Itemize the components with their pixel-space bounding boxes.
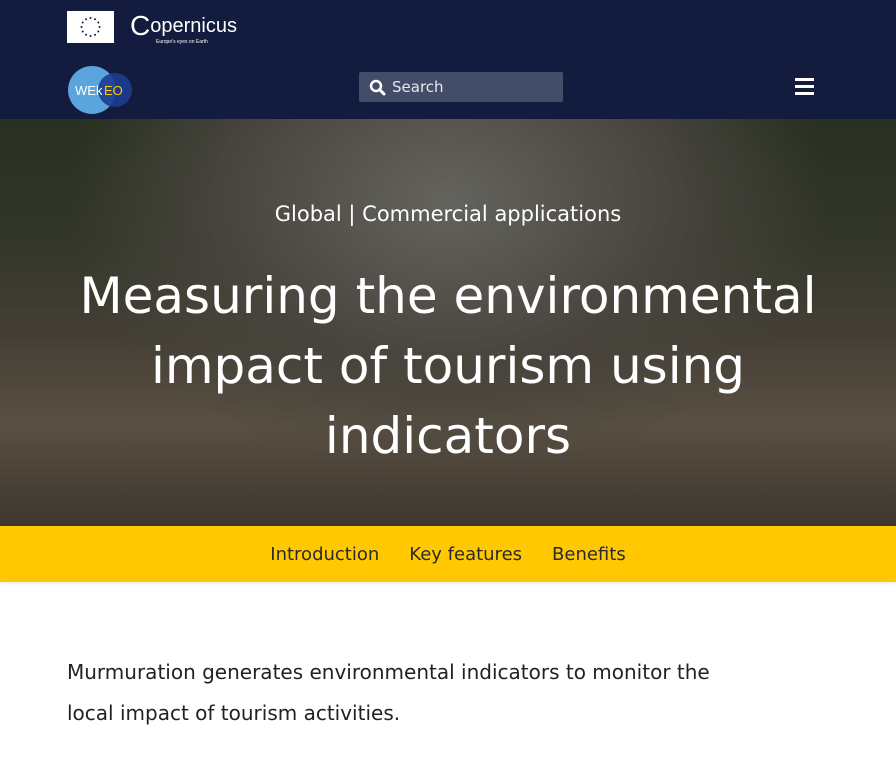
site-header: Copernicus Europe's eyes on Earth WEk EO S… [0, 0, 896, 119]
nav-benefits[interactable]: Benefits [552, 544, 626, 565]
search-placeholder: Search [392, 78, 444, 96]
intro-paragraph: Murmuration generates environmental indi… [67, 660, 710, 725]
search-icon [369, 79, 386, 95]
hero-banner: Global | Commercial applications Measuri… [0, 119, 896, 526]
hero-kicker: Global | Commercial applications [274, 202, 622, 226]
svg-text:WEk: WEk [75, 83, 103, 98]
eu-flag-logo[interactable] [67, 11, 114, 43]
page-title: Measuring the environmental impact of to… [79, 267, 817, 465]
nav-key-features[interactable]: Key features [409, 544, 522, 565]
hamburger-menu-icon[interactable] [795, 78, 814, 95]
svg-text:EO: EO [104, 83, 123, 98]
search-input[interactable]: Search [359, 72, 563, 102]
wekeo-logo[interactable]: WEk EO [67, 65, 133, 115]
copernicus-logo[interactable]: Copernicus Europe's eyes on Earth [130, 10, 237, 45]
section-nav: Introduction Key features Benefits [0, 526, 896, 582]
nav-introduction[interactable]: Introduction [270, 544, 379, 565]
